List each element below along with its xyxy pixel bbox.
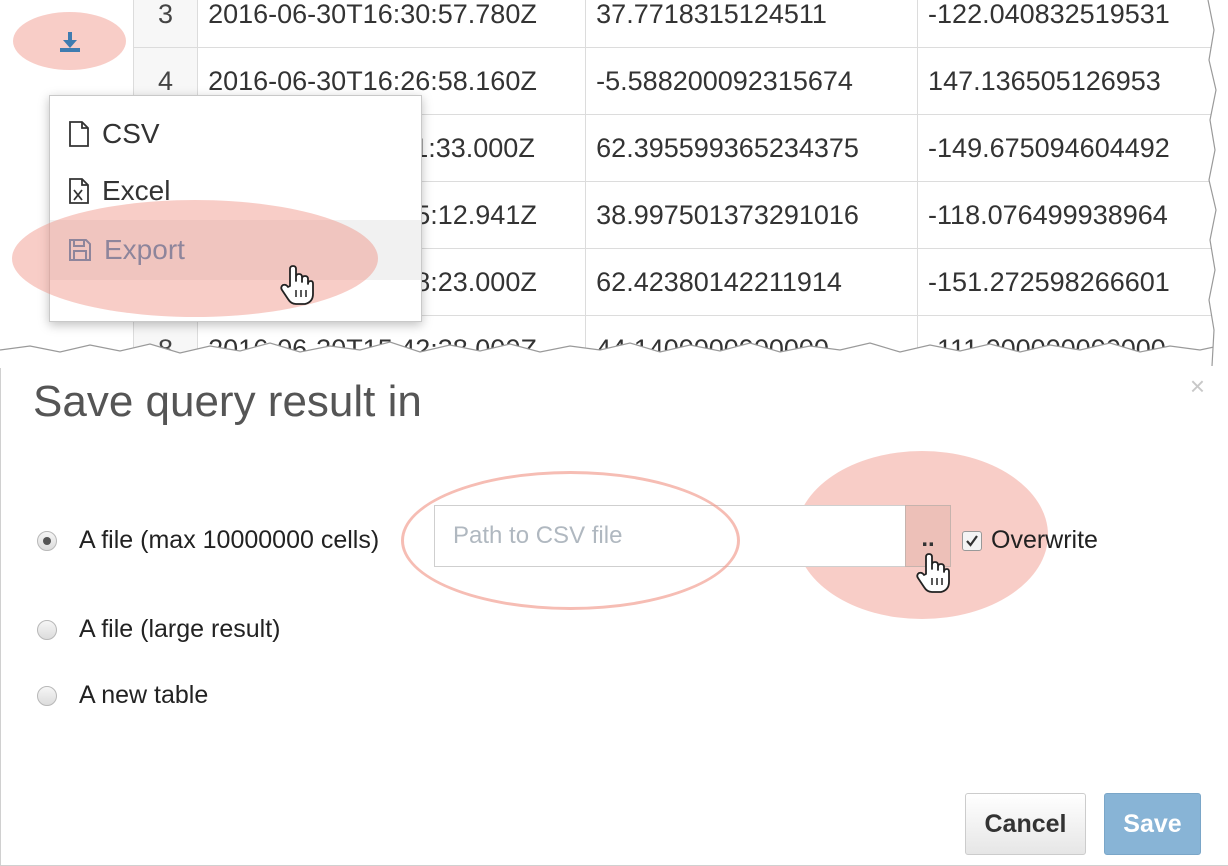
overwrite-checkbox[interactable] (962, 530, 982, 551)
overwrite-label: Overwrite (991, 526, 1098, 554)
save-query-result-dialog: Save query result in × A file (max 10000… (0, 368, 1228, 866)
export-button[interactable] (13, 12, 126, 70)
option-large-result[interactable]: A file (large result) (37, 615, 280, 644)
option-label: A file (large result) (79, 615, 281, 643)
option-file[interactable]: A file (max 10000000 cells) (37, 526, 379, 555)
cancel-button[interactable]: Cancel (965, 793, 1086, 855)
hand-pointer-icon (280, 265, 314, 305)
overwrite-option[interactable]: Overwrite (962, 526, 1098, 555)
menu-item-csv[interactable]: CSV (50, 104, 421, 164)
radio-button-selected[interactable] (37, 530, 57, 551)
result-grid-panel: 3 2016-06-30T16:30:57.780Z 37.7718315124… (0, 0, 1228, 366)
hand-pointer-icon (916, 553, 950, 593)
export-highlight-annotation (12, 200, 378, 317)
radio-button[interactable] (37, 685, 57, 706)
radio-button[interactable] (37, 619, 57, 640)
download-icon (60, 32, 80, 52)
menu-item-label: CSV (102, 118, 160, 149)
excel-file-icon (69, 178, 89, 204)
dialog-title: Save query result in (33, 377, 422, 426)
csv-path-input[interactable] (434, 505, 906, 567)
close-icon[interactable]: × (1190, 371, 1205, 402)
file-icon (69, 121, 89, 147)
option-new-table[interactable]: A new table (37, 681, 208, 710)
checkmark-icon (966, 534, 978, 547)
option-label: A file (max 10000000 cells) (79, 526, 380, 554)
option-label: A new table (79, 681, 209, 709)
save-button[interactable]: Save (1104, 793, 1201, 855)
